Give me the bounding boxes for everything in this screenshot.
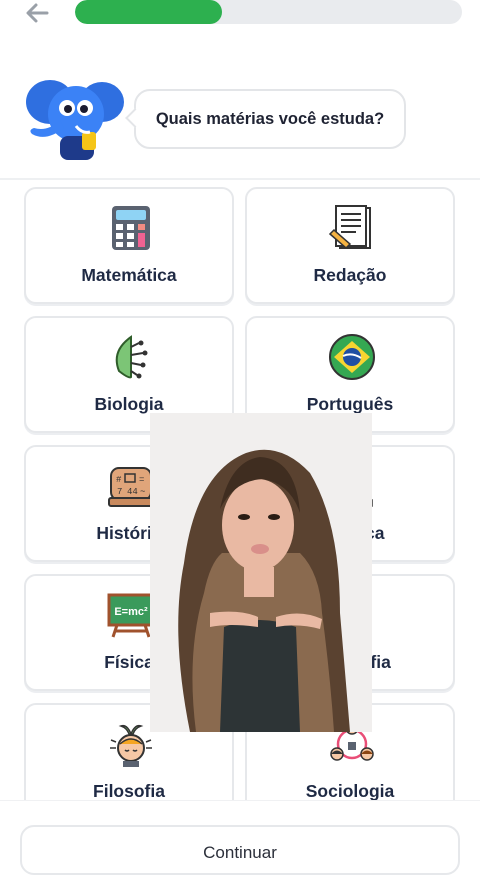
brazil-flag-icon bbox=[327, 332, 377, 382]
back-button[interactable] bbox=[22, 0, 52, 26]
continue-button[interactable]: Continuar bbox=[20, 825, 460, 875]
subject-label: Redação bbox=[313, 265, 387, 285]
calculator-icon bbox=[106, 203, 156, 253]
footer: Continuar bbox=[0, 800, 480, 875]
chalkboard-emc2-icon: E=mc² bbox=[106, 590, 156, 640]
elephant-mascot-icon bbox=[26, 80, 124, 160]
subject-label: Matemática bbox=[81, 265, 177, 285]
subject-card-matematica[interactable]: Matemática bbox=[24, 187, 234, 304]
divider bbox=[0, 178, 480, 180]
svg-text:=: = bbox=[139, 475, 144, 485]
subject-label: Português bbox=[306, 394, 394, 414]
leaf-circuit-icon bbox=[106, 332, 156, 382]
svg-text:7: 7 bbox=[117, 487, 122, 497]
subject-label: Filosofia bbox=[93, 781, 165, 801]
document-pen-icon bbox=[327, 203, 377, 253]
stone-tablet-icon: # = 7 44 ~ bbox=[106, 461, 156, 511]
chalkboard-text: E=mc² bbox=[114, 606, 148, 618]
subject-label: Sociologia bbox=[305, 781, 395, 801]
question-header: Quais matérias você estuda? bbox=[0, 62, 480, 172]
progress-bar bbox=[75, 0, 462, 24]
subject-card-redacao[interactable]: Redação bbox=[245, 187, 455, 304]
arrow-left-icon bbox=[26, 3, 49, 23]
top-bar bbox=[0, 0, 480, 30]
svg-text:44: 44 bbox=[127, 487, 138, 497]
question-bubble: Quais matérias você estuda? bbox=[134, 89, 406, 149]
person-video-image bbox=[150, 413, 372, 732]
svg-text:~: ~ bbox=[140, 487, 145, 497]
svg-text:#: # bbox=[116, 475, 122, 485]
subject-label: Biologia bbox=[94, 394, 164, 414]
progress-fill bbox=[75, 0, 223, 24]
video-overlay bbox=[150, 413, 372, 732]
thinking-head-icon bbox=[106, 719, 156, 769]
